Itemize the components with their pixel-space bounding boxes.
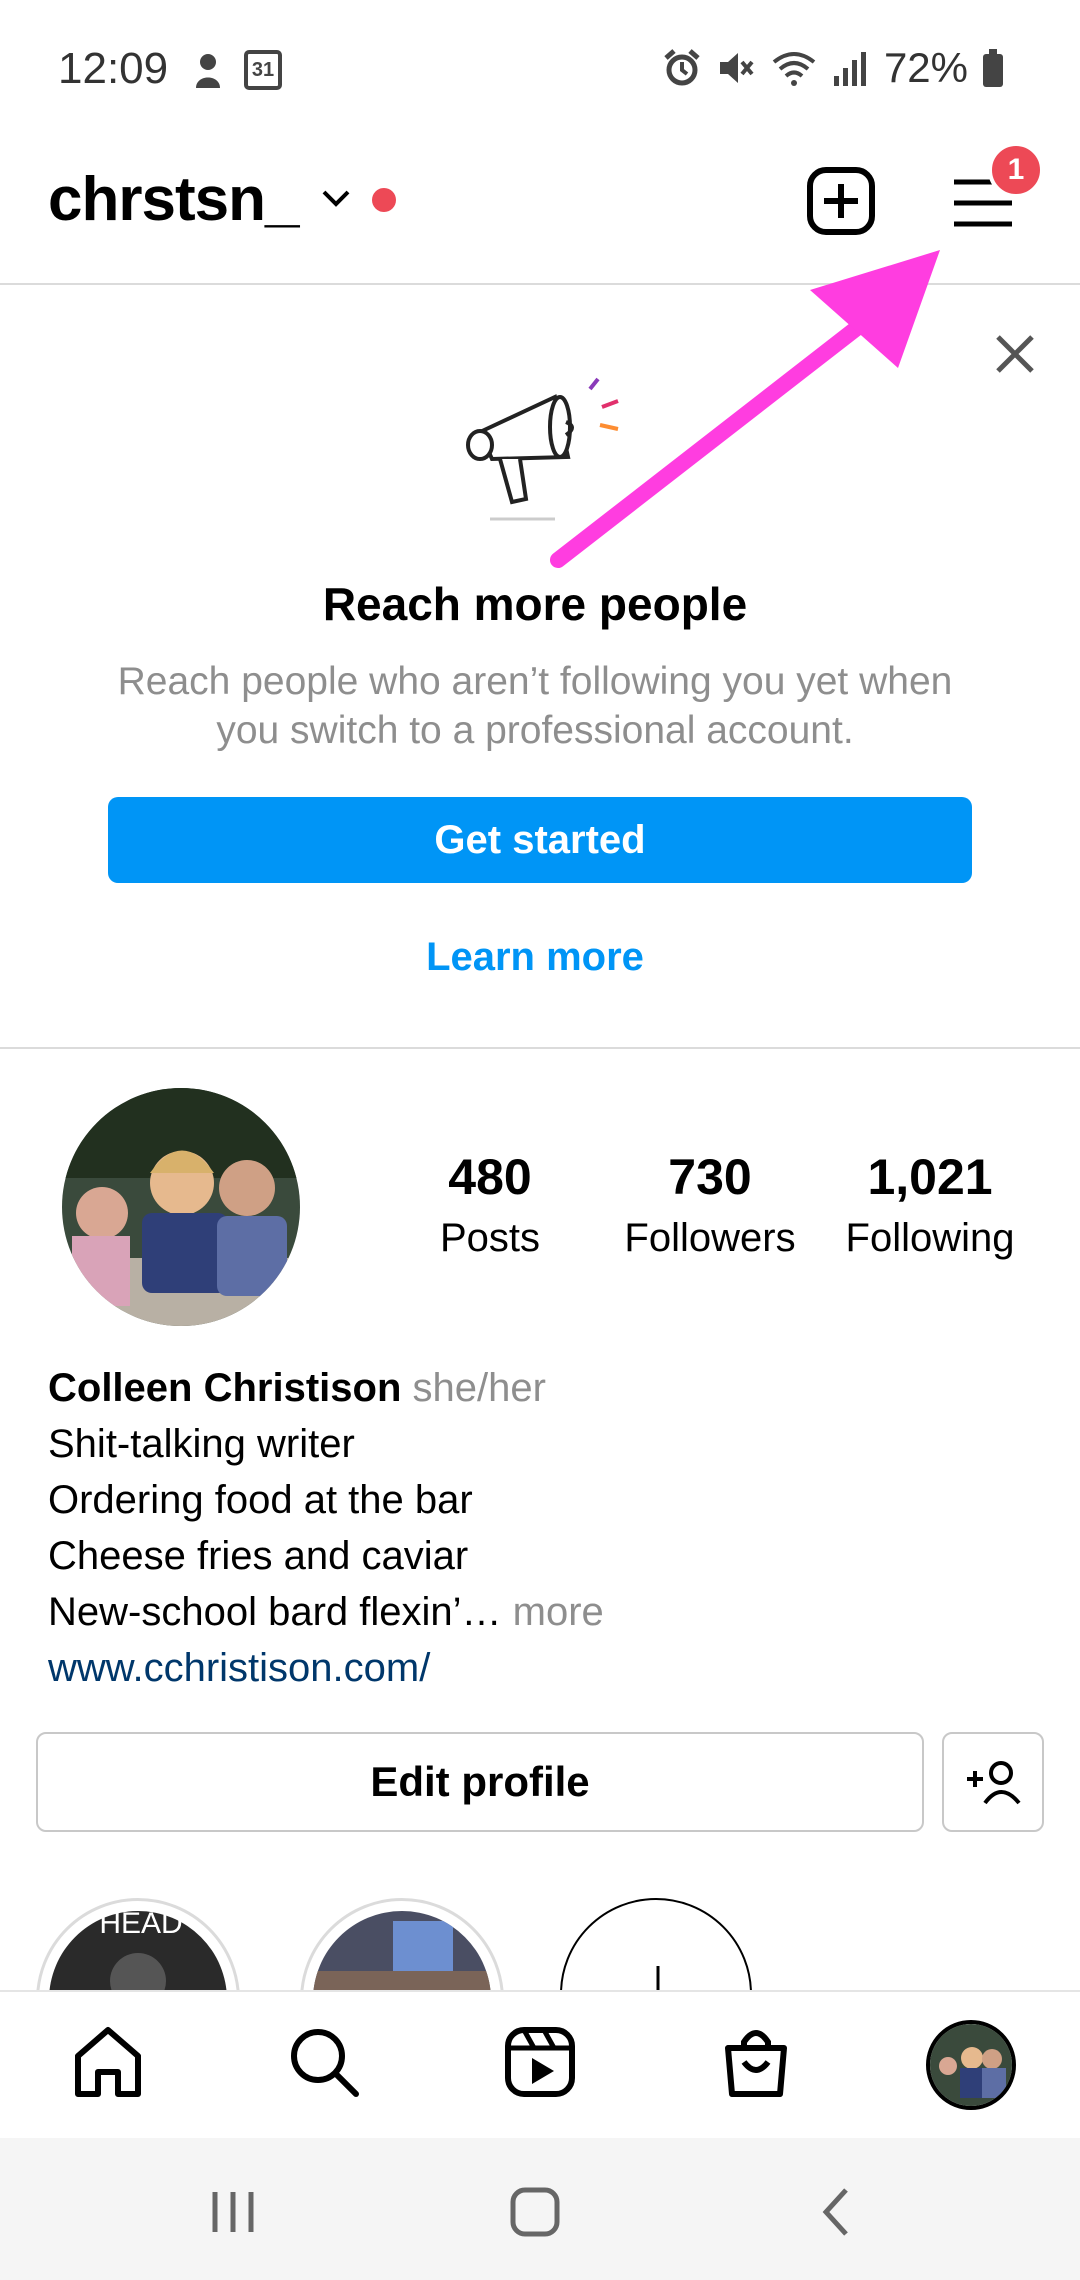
bio-line: New-school bard flexin’… (48, 1590, 502, 1634)
get-started-button[interactable]: Get started (108, 797, 972, 883)
stat-posts[interactable]: 480 Posts (390, 1148, 590, 1261)
bio-more-link[interactable]: more (502, 1590, 604, 1634)
edit-profile-button[interactable]: Edit profile (36, 1732, 924, 1832)
highlight-cover (313, 1911, 491, 1990)
add-person-icon (967, 1761, 1021, 1805)
battery-icon (983, 49, 1003, 87)
display-name: Colleen Christison (48, 1366, 402, 1410)
learn-more-link[interactable]: Learn more (0, 935, 1070, 980)
status-bar: 12:09 31 72% (0, 0, 1080, 130)
story-highlights: HEAD (0, 1898, 1080, 1990)
notification-badge: 1 (988, 142, 1044, 198)
bio-line: Shit-talking writer (48, 1422, 355, 1466)
home-button-icon[interactable] (505, 2182, 565, 2242)
reels-icon[interactable] (502, 2024, 578, 2100)
stat-followers[interactable]: 730 Followers (610, 1148, 810, 1261)
home-icon[interactable] (70, 2024, 146, 2100)
calendar-icon: 31 (244, 50, 282, 90)
unread-dot (372, 188, 396, 212)
website-link[interactable]: www.cchristison.com/ (48, 1640, 604, 1696)
profile-photo (62, 1088, 300, 1326)
stat-posts-value: 480 (448, 1149, 532, 1205)
wifi-icon (772, 52, 816, 86)
annotation-arrow (550, 250, 940, 568)
status-time: 12:09 (58, 44, 169, 93)
highlight-item[interactable]: HEAD (36, 1898, 240, 1990)
search-icon[interactable] (286, 2024, 362, 2100)
shop-icon[interactable] (718, 2024, 794, 2100)
stat-following-label: Following (845, 1216, 1015, 1260)
bio-line: Cheese fries and caviar (48, 1534, 469, 1578)
stat-followers-label: Followers (624, 1216, 796, 1260)
profile-tab-avatar[interactable] (926, 2020, 1016, 2110)
chevron-down-icon[interactable] (318, 180, 354, 216)
stat-followers-value: 730 (668, 1149, 752, 1205)
stat-following-value: 1,021 (867, 1149, 993, 1205)
stat-posts-label: Posts (439, 1216, 541, 1260)
promo-title: Reach more people (322, 578, 748, 630)
bio-last-line: New-school bard flexin’… more (48, 1584, 604, 1640)
profile-avatar[interactable] (62, 1088, 300, 1326)
camera-lock-icon (196, 54, 220, 88)
bio-line: Ordering food at the bar (48, 1478, 473, 1522)
account-switcher-username[interactable]: chrstsn_ (48, 164, 299, 235)
plus-icon (656, 1966, 660, 1990)
profile-tab-photo (930, 2024, 1012, 2106)
pronouns: she/her (412, 1366, 546, 1410)
battery-percent: 72% (883, 44, 968, 91)
stat-following[interactable]: 1,021 Following (830, 1148, 1030, 1261)
plus-square-icon[interactable] (806, 166, 876, 236)
promo-description: Reach people who aren’t following you ye… (117, 660, 953, 752)
close-icon[interactable] (990, 329, 1040, 379)
back-icon[interactable] (808, 2182, 868, 2242)
mute-icon (719, 53, 754, 83)
recent-apps-icon[interactable] (203, 2182, 263, 2242)
status-right: 72% (662, 44, 1004, 92)
new-highlight-button[interactable] (560, 1898, 752, 1990)
system-navigation-bar (0, 2138, 1080, 2280)
alarm-icon (664, 49, 700, 86)
discover-people-button[interactable] (942, 1732, 1044, 1832)
bottom-navigation (0, 1990, 1080, 2138)
highlight-label: HEAD (99, 1907, 183, 1940)
bio-name-line: Colleen Christison she/her (48, 1360, 604, 1416)
highlight-item[interactable] (300, 1898, 504, 1990)
signal-icon (833, 52, 866, 86)
status-left-icons: 31 (190, 50, 282, 90)
profile-bio: Colleen Christison she/her Shit-talking … (48, 1360, 604, 1696)
profile-stats: 480 Posts 730 Followers 1,021 Following (390, 1148, 1030, 1261)
